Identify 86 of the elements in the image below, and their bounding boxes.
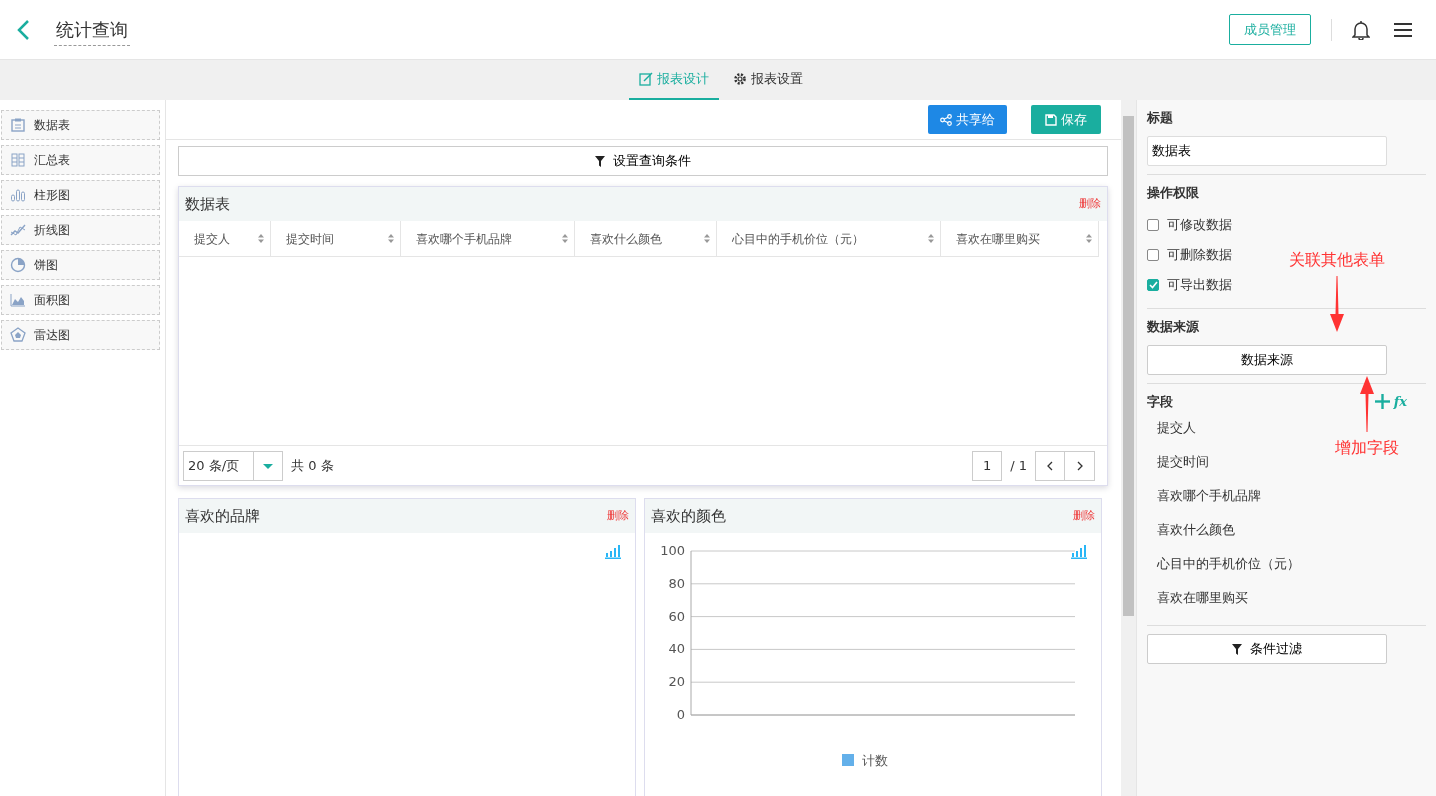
checkbox[interactable] — [1147, 219, 1159, 231]
column-header[interactable]: 心目中的手机价位（元） — [717, 221, 941, 257]
data-source-button[interactable]: 数据来源 — [1147, 344, 1387, 375]
filter-icon — [595, 155, 605, 167]
arrow-icon — [1360, 376, 1374, 432]
page-title: 统计查询 — [54, 13, 130, 46]
query-conditions-button[interactable]: 设置查询条件 — [178, 146, 1108, 176]
condition-filter-button[interactable]: 条件过滤 — [1147, 634, 1387, 664]
field-item[interactable]: 喜欢什么颜色 — [1157, 520, 1235, 540]
edit-icon — [639, 72, 653, 86]
field-item[interactable]: 提交时间 — [1157, 452, 1209, 472]
page-input[interactable]: 1 — [972, 450, 1003, 481]
chevron-left-icon — [1047, 460, 1053, 471]
pie-chart-icon — [10, 257, 26, 273]
page-size-select[interactable]: 20 条/页 — [183, 450, 283, 481]
checkbox-label: 可导出数据 — [1167, 276, 1232, 295]
column-header[interactable]: 喜欢什么颜色 — [575, 221, 717, 257]
section-label: 字段 — [1147, 392, 1173, 411]
axis-tick-label: 0 — [676, 707, 685, 722]
bar-chart-icon[interactable] — [1071, 545, 1087, 559]
sort-icon — [258, 234, 264, 243]
card-title: 数据表 — [185, 193, 230, 215]
column-header[interactable]: 提交人 — [179, 221, 271, 257]
annotation-text: 关联其他表单 — [1289, 249, 1385, 271]
title-field[interactable]: 数据表 — [1147, 135, 1387, 166]
previous-page-button[interactable] — [1035, 450, 1065, 481]
filter-icon — [1232, 643, 1242, 655]
card-title: 喜欢的颜色 — [651, 505, 726, 527]
widget-item[interactable]: 折线图 — [1, 215, 160, 245]
sort-icon — [388, 234, 394, 243]
widget-item[interactable]: 数据表 — [1, 110, 160, 140]
field-item[interactable]: 喜欢在哪里购买 — [1157, 588, 1248, 608]
widget-item[interactable]: 饼图 — [1, 250, 160, 280]
tab[interactable]: 报表设置 — [723, 60, 813, 100]
gear-icon — [733, 72, 747, 86]
section-label: 标题 — [1147, 109, 1174, 127]
axis-tick-label: 80 — [668, 575, 685, 591]
widget-item[interactable]: 面积图 — [1, 285, 160, 315]
field-item[interactable]: 喜欢哪个手机品牌 — [1157, 486, 1261, 506]
line-chart-icon — [10, 222, 26, 238]
bar-chart-icon — [10, 187, 26, 203]
area-chart-icon — [10, 292, 26, 308]
scrollbar[interactable] — [1121, 100, 1136, 796]
axis-tick-label: 20 — [668, 674, 685, 690]
back-icon[interactable] — [16, 18, 30, 41]
delete-link[interactable]: 删除 — [1073, 507, 1095, 525]
next-page-button[interactable] — [1065, 450, 1095, 481]
checkbox[interactable] — [1147, 279, 1159, 291]
column-header[interactable]: 提交时间 — [271, 221, 401, 257]
widget-item[interactable]: 柱形图 — [1, 180, 160, 210]
sort-icon — [562, 234, 568, 243]
axis-tick-label: 40 — [668, 641, 685, 657]
field-item[interactable]: 提交人 — [1157, 418, 1196, 438]
column-header[interactable]: 喜欢在哪里购买 — [941, 221, 1099, 257]
bar-chart-icon[interactable] — [605, 545, 621, 559]
page-count: / 1 — [1010, 456, 1027, 475]
table-icon — [10, 117, 26, 133]
share-icon — [940, 113, 952, 126]
sort-icon — [928, 234, 934, 243]
delete-link[interactable]: 删除 — [1079, 195, 1101, 213]
legend-label: 计数 — [862, 753, 888, 768]
axis-tick-label: 100 — [660, 543, 685, 558]
column-header[interactable]: 喜欢哪个手机品牌 — [401, 221, 575, 257]
menu-icon[interactable] — [1394, 22, 1412, 37]
checkbox-label: 可修改数据 — [1167, 216, 1232, 235]
card-title: 喜欢的品牌 — [185, 505, 260, 527]
sort-icon — [704, 234, 710, 243]
share-button[interactable]: 共享给 — [928, 104, 1007, 135]
add-icon[interactable] — [1374, 393, 1390, 409]
chevron-right-icon — [1076, 460, 1083, 471]
axis-tick-label: 60 — [668, 608, 685, 624]
bell-icon[interactable] — [1352, 19, 1370, 40]
checkbox-label: 可删除数据 — [1167, 246, 1232, 265]
delete-link[interactable]: 删除 — [607, 507, 629, 525]
section-label: 数据来源 — [1147, 318, 1200, 336]
columns-icon — [10, 152, 26, 168]
annotation-text: 增加字段 — [1335, 437, 1399, 459]
arrow-icon — [1330, 276, 1344, 332]
total-count: 共 0 条 — [291, 456, 334, 475]
field-item[interactable]: 心目中的手机价位（元） — [1157, 554, 1300, 574]
widget-item[interactable]: 汇总表 — [1, 145, 160, 175]
checkbox[interactable] — [1147, 249, 1159, 261]
widget-item[interactable]: 雷达图 — [1, 320, 160, 350]
pentagon-icon — [10, 327, 26, 343]
sort-icon — [1086, 234, 1092, 243]
section-label: 操作权限 — [1147, 183, 1200, 202]
